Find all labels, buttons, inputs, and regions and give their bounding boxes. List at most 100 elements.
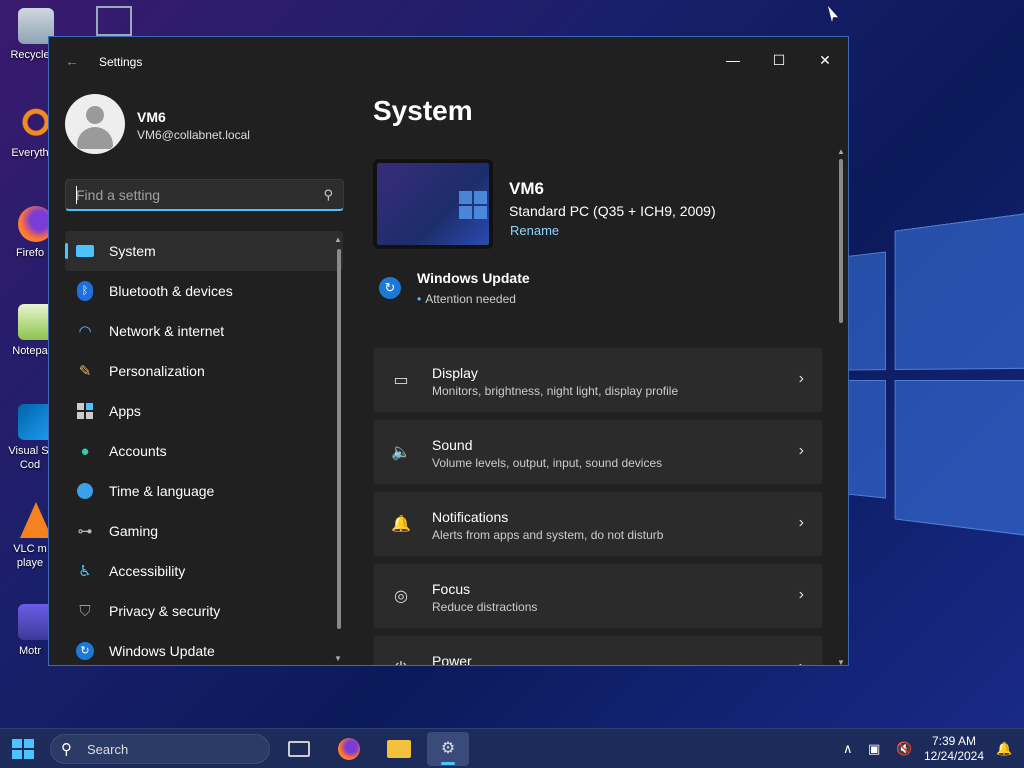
sidebar-item-time-language[interactable]: Time & language <box>65 471 343 511</box>
chevron-right-icon: › <box>798 370 804 387</box>
sidebar-item-apps[interactable]: Apps <box>65 391 343 431</box>
sidebar-item-system[interactable]: System <box>65 231 343 271</box>
sidebar-item-network[interactable]: ◠ Network & internet <box>65 311 343 351</box>
scroll-down-icon[interactable]: ▼ <box>837 658 845 665</box>
task-view-button[interactable] <box>278 732 320 766</box>
bluetooth-icon: ᛒ <box>75 281 95 301</box>
search-input[interactable]: Find a setting ⚲ <box>65 179 344 211</box>
sidebar-item-label: Bluetooth & devices <box>109 283 233 299</box>
card-display[interactable]: ▭ Display Monitors, brightness, night li… <box>373 347 823 413</box>
shield-icon: ⛉ <box>79 602 91 620</box>
sidebar-item-label: Time & language <box>109 483 215 499</box>
volume-muted-icon[interactable]: 🔇 <box>896 741 912 757</box>
title-bar[interactable]: ← Settings — ☐ ✕ <box>49 37 848 85</box>
window-title: Settings <box>99 55 143 69</box>
search-placeholder: Find a setting <box>76 187 161 203</box>
sidebar-item-gaming[interactable]: ⊶ Gaming <box>65 511 343 551</box>
folder-icon <box>387 739 411 758</box>
card-sound[interactable]: 🔈 Sound Volume levels, output, input, so… <box>373 419 823 485</box>
card-notifications[interactable]: 🔔 Notifications Alerts from apps and sys… <box>373 491 823 557</box>
gamepad-icon: ⊶ <box>77 523 93 540</box>
minimize-button[interactable]: — <box>710 45 756 75</box>
sidebar-item-accounts[interactable]: ● Accounts <box>65 431 343 471</box>
sidebar-item-label: Network & internet <box>109 323 225 339</box>
settings-cards: ▭ Display Monitors, brightness, night li… <box>373 347 823 666</box>
sidebar-item-personalization[interactable]: ✎ Personalization <box>65 351 343 391</box>
card-power[interactable]: ⏻ Power › <box>373 635 823 666</box>
sidebar-item-label: Windows Update <box>109 643 215 659</box>
chevron-right-icon: › <box>798 586 804 603</box>
accessibility-icon: ♿ <box>78 563 92 580</box>
chevron-right-icon: › <box>798 442 804 459</box>
sidebar-item-bluetooth[interactable]: ᛒ Bluetooth & devices <box>65 271 343 311</box>
scroll-up-icon[interactable]: ▲ <box>334 235 342 244</box>
card-subtitle: Volume levels, output, input, sound devi… <box>432 456 663 470</box>
display-icon: ▭ <box>393 372 409 389</box>
start-button[interactable] <box>12 739 34 759</box>
chevron-right-icon: › <box>798 514 804 531</box>
chevron-right-icon: › <box>799 658 804 665</box>
virtualbox-icon[interactable] <box>96 6 132 36</box>
card-subtitle: Reduce distractions <box>432 600 538 614</box>
sidebar-item-label: Apps <box>109 403 141 419</box>
clock-time: 7:39 AM <box>931 734 977 748</box>
device-name: VM6 <box>509 179 544 198</box>
status-dot-icon: • <box>417 292 422 306</box>
search-icon: ⚲ <box>323 187 333 202</box>
card-title: Power <box>432 653 472 666</box>
text-cursor <box>76 186 77 204</box>
sidebar-item-accessibility[interactable]: ♿ Accessibility <box>65 551 343 591</box>
scrollbar-thumb[interactable] <box>337 249 341 629</box>
content-scrollbar[interactable]: ▲ ▼ <box>837 147 845 665</box>
windows-logo-icon <box>459 191 489 221</box>
settings-window: ← Settings — ☐ ✕ VM6 VM6@collabnet.local… <box>48 36 849 666</box>
network-icon[interactable]: ▣ <box>868 741 880 757</box>
sidebar-item-windows-update[interactable]: ↻ Windows Update <box>65 631 343 665</box>
sidebar-item-privacy[interactable]: ⛉ Privacy & security <box>65 591 343 631</box>
clock-date: 12/24/2024 <box>923 749 985 763</box>
taskbar-clock[interactable]: 7:39 AM 12/24/2024 <box>918 734 990 764</box>
scroll-up-icon[interactable]: ▲ <box>837 147 845 156</box>
windows-update-title[interactable]: Windows Update <box>417 270 530 286</box>
apps-icon <box>75 401 95 421</box>
sidebar-item-label: Privacy & security <box>109 603 221 619</box>
avatar[interactable] <box>65 94 125 154</box>
sidebar-scrollbar[interactable]: ▲ ▼ <box>334 235 342 663</box>
taskbar-search-label: Search <box>87 742 129 757</box>
card-subtitle: Alerts from apps and system, do not dist… <box>432 528 664 542</box>
sidebar-item-label: Personalization <box>109 363 205 379</box>
sidebar-item-label: Accessibility <box>109 563 186 579</box>
notification-bell-icon[interactable]: 🔔 <box>996 741 1012 757</box>
gear-icon: ⚙ <box>440 740 456 757</box>
close-button[interactable]: ✕ <box>802 45 848 75</box>
card-subtitle: Monitors, brightness, night light, displ… <box>432 384 679 398</box>
sidebar-item-label: Accounts <box>109 443 167 459</box>
globe-clock-icon <box>75 481 95 501</box>
avatar-body-shape <box>77 127 113 149</box>
brush-icon: ✎ <box>78 363 92 380</box>
profile-email: VM6@collabnet.local <box>137 128 250 142</box>
rename-link[interactable]: Rename <box>510 223 559 238</box>
taskbar-file-explorer[interactable] <box>378 732 420 766</box>
taskbar-settings[interactable]: ⚙ <box>427 732 469 766</box>
back-arrow-icon[interactable]: ← <box>65 53 79 69</box>
power-icon: ⏻ <box>390 658 412 665</box>
taskbar: ⚲ Search ⚙ ∧ ▣ 🔇 7:39 AM 12/24/2024 🔔 <box>0 728 1024 768</box>
page-title: System <box>373 95 473 126</box>
card-title: Focus <box>432 581 471 597</box>
system-icon <box>75 241 95 261</box>
firefox-icon <box>338 737 360 760</box>
sidebar-item-label: System <box>109 243 156 259</box>
taskbar-firefox[interactable] <box>328 732 370 766</box>
windows-update-icon: ↻ <box>379 277 401 299</box>
chevron-up-icon[interactable]: ∧ <box>843 741 853 757</box>
bell-icon: 🔔 <box>391 516 411 533</box>
scrollbar-thumb[interactable] <box>839 159 843 323</box>
taskbar-search[interactable]: ⚲ Search <box>50 734 270 764</box>
scroll-down-icon[interactable]: ▼ <box>334 654 342 663</box>
speaker-icon: 🔈 <box>391 444 411 461</box>
card-title: Sound <box>432 437 473 453</box>
maximize-button[interactable]: ☐ <box>756 45 802 75</box>
card-focus[interactable]: ◎ Focus Reduce distractions › <box>373 563 823 629</box>
focus-icon: ◎ <box>394 588 408 605</box>
